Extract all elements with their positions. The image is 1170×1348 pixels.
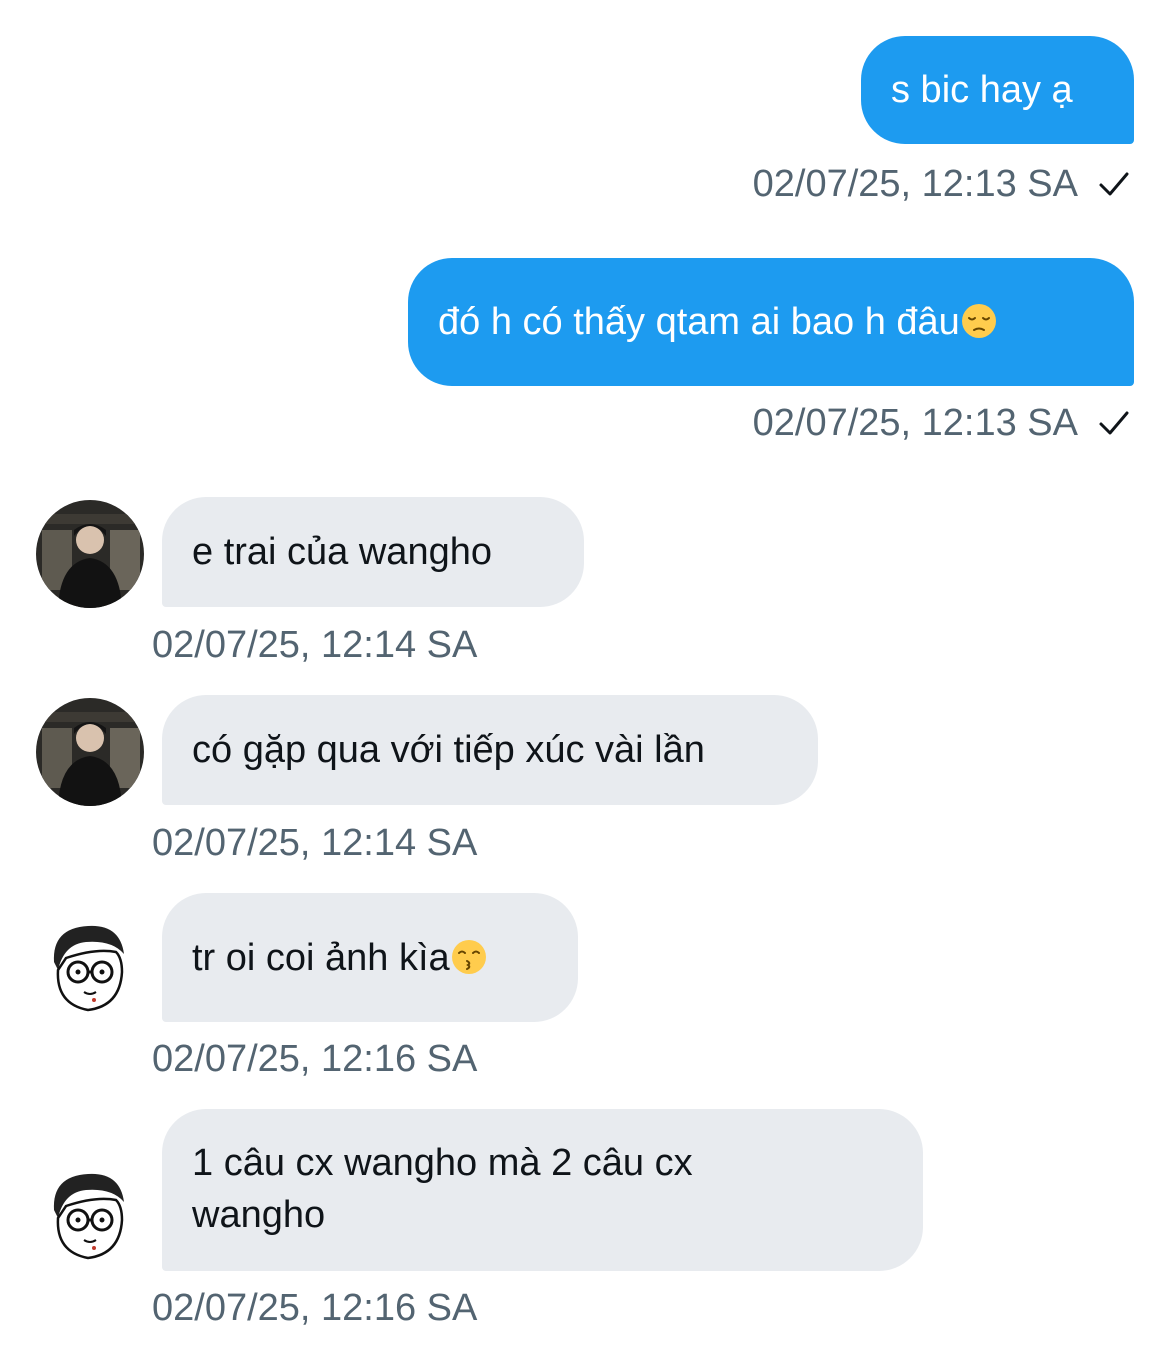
message-bubble-outgoing[interactable]: đó h có thấy qtam ai bao h đâu: [408, 258, 1134, 386]
message-text: đó h có thấy qtam ai bao h đâu: [438, 296, 998, 348]
avatar[interactable]: [36, 698, 144, 806]
message-bubble-incoming[interactable]: tr oi coi ảnh kìa: [162, 893, 578, 1022]
avatar[interactable]: [36, 1162, 144, 1270]
kissing-face-emoji: [451, 939, 486, 974]
message-timestamp: 02/07/25, 12:14 SA: [152, 822, 478, 864]
message-text: có gặp qua với tiếp xúc vài lần: [192, 729, 705, 771]
message-timestamp: 02/07/25, 12:16 SA: [152, 1038, 478, 1080]
message-text: s bic hay ạ: [891, 69, 1073, 111]
avatar[interactable]: [36, 500, 144, 608]
message-bubble-incoming[interactable]: 1 câu cx wangho mà 2 câu cx wangho: [162, 1109, 923, 1271]
message-timestamp: 02/07/25, 12:14 SA: [152, 624, 478, 666]
pensive-face-emoji: [961, 304, 996, 338]
message-bubble-outgoing[interactable]: s bic hay ạ: [861, 36, 1134, 144]
message-timestamp: 02/07/25, 12:13 SA: [752, 402, 1078, 444]
avatar[interactable]: [36, 914, 144, 1022]
message-bubble-incoming[interactable]: có gặp qua với tiếp xúc vài lần: [162, 695, 818, 805]
message-text: tr oi coi ảnh kìa: [192, 932, 488, 984]
message-timestamp: 02/07/25, 12:13 SA: [752, 163, 1078, 205]
message-text: e trai của wangho: [192, 531, 492, 573]
checkmark-icon: [1099, 411, 1129, 435]
message-text: 1 câu cx wangho mà 2 câu cx wangho: [192, 1142, 704, 1236]
message-bubble-incoming[interactable]: e trai của wangho: [162, 497, 584, 607]
checkmark-icon: [1099, 172, 1129, 196]
message-timestamp: 02/07/25, 12:16 SA: [152, 1287, 478, 1329]
